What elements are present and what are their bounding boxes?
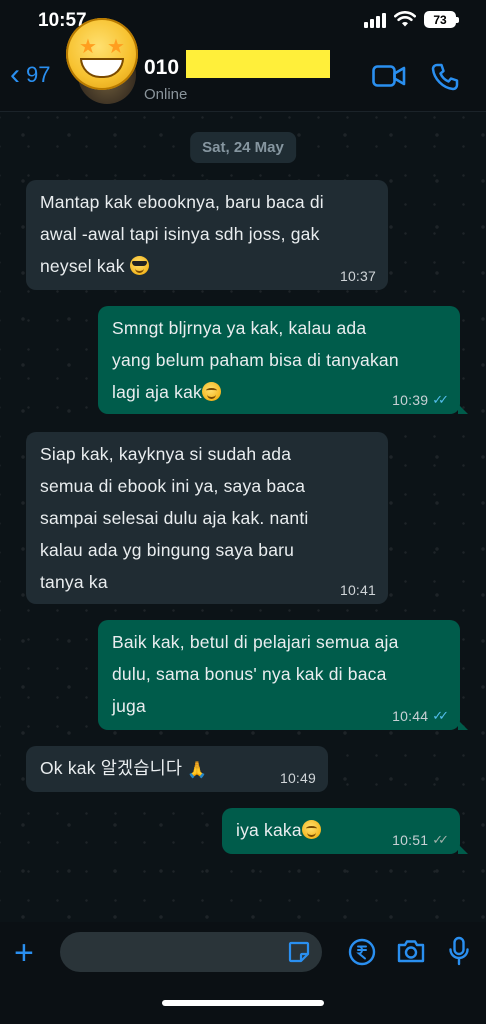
read-receipt-icon: ✓✓ [432, 708, 449, 723]
folded-hands-emoji-icon: 🙏 [187, 762, 208, 779]
message-line-with-emoji: Ok kak 알겠습니다 🙏 [40, 752, 316, 787]
incoming-message[interactable]: Mantap kak ebooknya, baru baca di awal -… [26, 180, 388, 290]
name-redaction [186, 50, 330, 78]
outgoing-message[interactable]: Smngt bljrnya ya kak, kalau ada yang bel… [98, 306, 468, 414]
message-time: 10:44 [392, 708, 429, 724]
message-meta: 10:49 [280, 770, 316, 786]
back-button[interactable]: ‹ 97 [10, 60, 50, 90]
message-line: kalau ada yg bingung saya baru [40, 540, 295, 560]
message-line: semua di ebook ini ya, saya baca [40, 476, 306, 496]
sunglasses-emoji-icon [129, 256, 149, 275]
unread-count: 97 [26, 62, 51, 87]
outgoing-message[interactable]: Baik kak, betul di pelajari semua aja du… [98, 620, 468, 730]
chat-header: ‹ 97 ★ ★ 010 Online [0, 18, 486, 112]
video-call-icon[interactable] [372, 64, 406, 88]
message-line: dulu, sama bonus' nya kak di baca [112, 664, 387, 684]
bubble-tail [458, 720, 468, 730]
message-time: 10:49 [279, 770, 316, 786]
microphone-icon[interactable] [448, 936, 470, 966]
message-time: 10:39 [392, 392, 429, 408]
wifi-icon [394, 11, 416, 27]
message-time: 10:41 [339, 582, 376, 598]
message-line: Mantap kak ebooknya, baru baca di [40, 192, 324, 212]
message-line: Smngt bljrnya ya kak, kalau ada [112, 318, 367, 338]
composer-bar: + [0, 922, 486, 1024]
date-separator: Sat, 24 May [190, 132, 296, 163]
sticker-icon[interactable] [287, 940, 311, 964]
message-line: yang belum paham bisa di tanyakan [112, 350, 399, 370]
message-line: tanya ka [40, 572, 108, 592]
message-time: 10:37 [339, 268, 376, 284]
message-line: sampai selesai dulu aja kak. nanti [40, 508, 309, 528]
cellular-signal-icon [364, 12, 386, 28]
rupee-icon[interactable] [348, 938, 376, 966]
message-meta: 10:44 ✓✓ [392, 708, 449, 724]
contact-name[interactable]: 010 [144, 56, 179, 80]
contact-status: Online [144, 86, 188, 103]
plus-icon[interactable]: + [14, 936, 34, 970]
read-receipt-icon: ✓✓ [432, 392, 449, 407]
status-icons: 73 [364, 11, 459, 28]
message-meta: 10:41 [340, 582, 376, 598]
star-struck-emoji-icon: ★ ★ [66, 18, 138, 90]
contact-avatar[interactable]: ★ ★ [66, 18, 138, 104]
chat-area[interactable]: Sat, 24 May Mantap kak ebooknya, baru ba… [0, 112, 486, 922]
message-meta: 10:37 [340, 268, 376, 284]
message-time: 10:51 [392, 832, 429, 848]
message-line: Siap kak, kayknya si sudah ada [40, 444, 292, 464]
battery-indicator: 73 [424, 11, 459, 28]
incoming-message[interactable]: Siap kak, kayknya si sudah ada semua di … [26, 432, 388, 604]
message-meta: 10:39 ✓✓ [392, 392, 449, 408]
home-indicator[interactable] [162, 1000, 324, 1006]
message-meta: 10:51 ✓✓ [392, 832, 449, 848]
message-input[interactable] [60, 932, 322, 972]
emoji-mouth [80, 58, 124, 78]
phone-call-icon[interactable] [430, 62, 460, 92]
star-eye-icon: ★ [107, 36, 125, 58]
outgoing-message[interactable]: iya kaka 10:51 ✓✓ [222, 808, 468, 854]
message-line: Baik kak, betul di pelajari semua aja [112, 632, 399, 652]
camera-icon[interactable] [396, 938, 426, 964]
smiling-emoji-icon [201, 382, 221, 401]
star-eye-icon: ★ [79, 36, 97, 58]
delivered-receipt-icon: ✓✓ [432, 832, 449, 847]
back-chevron-icon: ‹ [10, 58, 20, 91]
incoming-message[interactable]: Ok kak 알겠습니다 🙏 10:49 [26, 746, 328, 792]
message-line-with-emoji: neysel kak [40, 250, 376, 282]
message-line: awal -awal tapi isinya sdh joss, gak [40, 224, 320, 244]
smiling-emoji-icon [301, 820, 321, 839]
bubble-tail [458, 844, 468, 854]
bubble-tail [458, 404, 468, 414]
